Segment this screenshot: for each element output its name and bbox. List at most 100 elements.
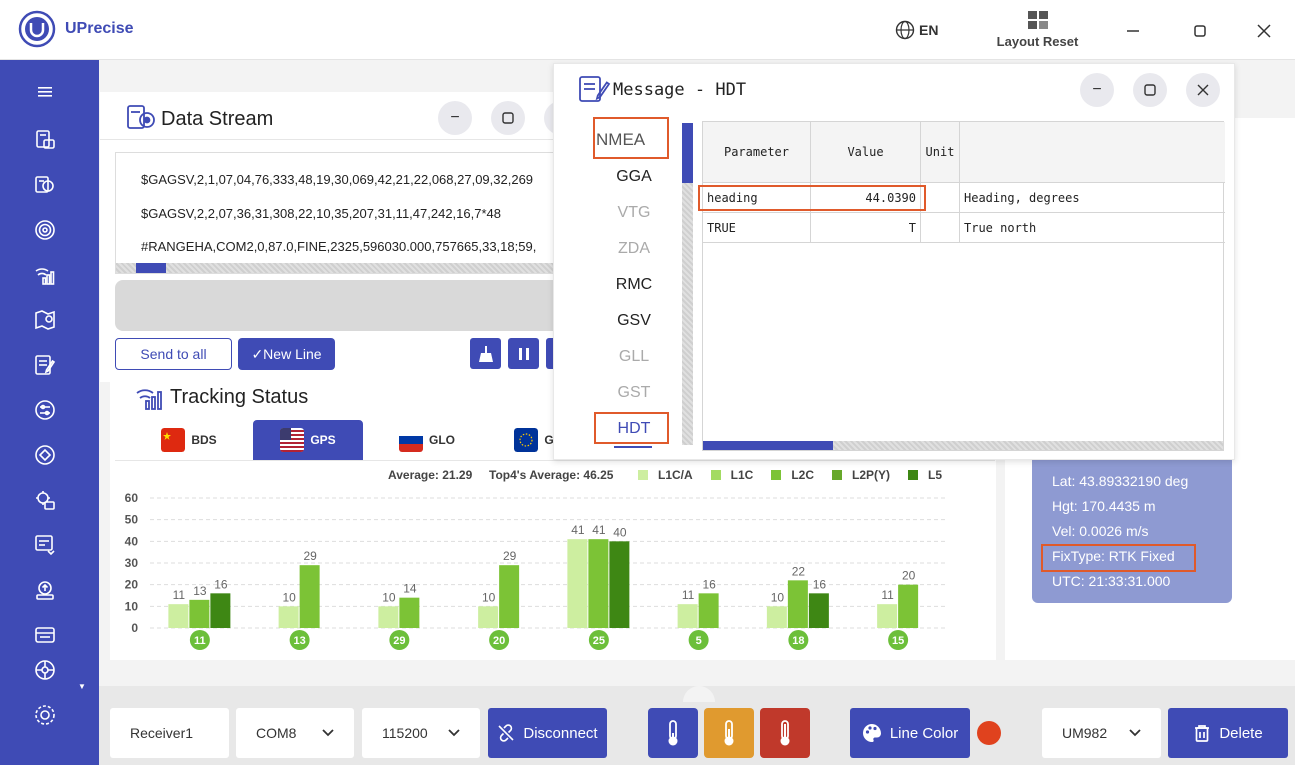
nmea-scroll-thumb[interactable] — [682, 123, 693, 183]
panel-maximize-button[interactable] — [491, 101, 525, 135]
nmea-item-rmc[interactable]: RMC — [598, 276, 670, 294]
horizontal-scroll-thumb[interactable] — [136, 263, 166, 273]
minimize-button[interactable] — [1119, 18, 1147, 44]
table-scroll-thumb[interactable] — [703, 441, 833, 450]
horizontal-scrollbar[interactable] — [116, 263, 576, 273]
disconnect-button[interactable]: Disconnect — [488, 708, 607, 758]
settings-list-icon[interactable] — [28, 395, 62, 425]
bar-value-label: 16 — [702, 577, 716, 591]
baud-select[interactable]: 115200 — [362, 708, 480, 758]
temperature-low-button[interactable] — [648, 708, 698, 758]
nmea-item-zda[interactable]: ZDA — [598, 240, 670, 258]
maximize-button[interactable] — [1186, 18, 1214, 44]
palette-icon — [862, 724, 881, 742]
legend-item: L2P(Y) — [832, 468, 890, 482]
message-window-title: Message - HDT — [613, 80, 747, 100]
device-icon[interactable] — [28, 620, 62, 650]
bar-value-label: 11 — [682, 588, 695, 602]
close-button[interactable] — [1250, 18, 1278, 44]
legend-swatch — [710, 470, 721, 480]
sidebar: ▼ — [0, 60, 99, 765]
tab-gps[interactable]: GPS — [253, 420, 363, 460]
table-cell: True north — [960, 213, 1225, 243]
nmea-item-gll[interactable]: GLL — [598, 348, 670, 366]
position-card: Lat: 43.89332190 deg Hgt: 170.4435 m Vel… — [1032, 455, 1232, 603]
delete-button[interactable]: Delete — [1168, 708, 1288, 758]
bar-value-label: 10 — [382, 590, 396, 604]
russia-flag-icon — [399, 428, 423, 452]
title-bar — [0, 0, 1295, 60]
maximize-icon — [1144, 84, 1156, 96]
data-stream-title: Data Stream — [161, 108, 274, 130]
bar — [478, 606, 499, 628]
expand-caret-icon[interactable]: ▼ — [78, 682, 86, 691]
config-icon[interactable] — [28, 485, 62, 515]
bar-value-label: 10 — [771, 590, 785, 604]
disconnect-label: Disconnect — [523, 724, 598, 742]
signal-tracking-icon[interactable] — [28, 260, 62, 290]
map-icon[interactable] — [28, 305, 62, 335]
tab-label: GPS — [310, 433, 336, 447]
tab-galileo[interactable]: G — [510, 420, 558, 460]
tab-bds[interactable]: BDS — [150, 420, 228, 460]
language-selector[interactable]: EN — [895, 20, 938, 40]
message-close-button[interactable] — [1186, 73, 1220, 107]
temperature-mid-button[interactable] — [704, 708, 754, 758]
y-tick-label: 60 — [125, 491, 139, 505]
line-color-button[interactable]: Line Color — [850, 708, 970, 758]
nmea-highlight — [593, 117, 669, 159]
line-color-swatch[interactable] — [977, 721, 1001, 745]
message-icon[interactable] — [28, 350, 62, 380]
y-tick-label: 20 — [125, 578, 139, 592]
tab-label: BDS — [191, 433, 217, 447]
command-input[interactable] — [115, 280, 577, 331]
log-icon[interactable] — [28, 530, 62, 560]
model-select[interactable]: UM982 — [1042, 708, 1161, 758]
upgrade-icon[interactable] — [28, 575, 62, 605]
bar-value-label: 10 — [482, 590, 496, 604]
nmea-item-gst[interactable]: GST — [598, 384, 670, 402]
send-to-all-button[interactable]: Send to all — [115, 338, 232, 370]
fix-type-highlight — [1041, 544, 1196, 572]
clear-button[interactable] — [470, 338, 501, 369]
bar-value-label: 13 — [193, 584, 207, 598]
message-icon — [578, 74, 612, 106]
receiver-icon[interactable] — [28, 125, 62, 155]
layout-reset-button[interactable]: Layout Reset — [990, 10, 1085, 49]
satellite-id-label: 25 — [593, 635, 605, 647]
bar — [588, 539, 609, 628]
bar-value-label: 20 — [902, 569, 916, 583]
chart-legend: L1C/A L1C L2C L2P(Y) L5 — [638, 468, 942, 482]
column-header: Parameter — [703, 122, 811, 183]
bar — [378, 606, 399, 628]
app-name: UPrecise — [65, 20, 134, 37]
panel-minimize-button[interactable]: − — [438, 101, 472, 135]
unlink-icon — [498, 724, 514, 742]
gear-icon[interactable] — [28, 700, 62, 730]
message-maximize-button[interactable] — [1133, 73, 1167, 107]
satellite-id-label: 13 — [294, 635, 306, 647]
data-stream-log[interactable]: $GAGSV,2,1,07,04,76,333,48,19,30,069,42,… — [115, 152, 577, 274]
network-icon[interactable] — [28, 655, 62, 685]
trash-icon — [1195, 725, 1210, 742]
receiver-name-field[interactable]: Receiver1 — [110, 708, 229, 758]
temperature-high-button[interactable] — [760, 708, 810, 758]
satellite-icon[interactable] — [28, 440, 62, 470]
nmea-item-gsv[interactable]: GSV — [598, 312, 670, 330]
table-cell: Heading, degrees — [960, 183, 1225, 213]
radar-icon[interactable] — [28, 215, 62, 245]
signal-tracking-icon — [135, 383, 165, 411]
menu-icon[interactable] — [28, 77, 62, 107]
tab-glo[interactable]: GLO — [388, 420, 466, 460]
data-stream-icon[interactable] — [28, 170, 62, 200]
nmea-item-vtg[interactable]: VTG — [598, 204, 670, 222]
minimize-icon: − — [1092, 81, 1102, 98]
legend-label: L5 — [928, 468, 943, 482]
bar — [808, 593, 829, 628]
pause-button[interactable] — [508, 338, 539, 369]
top4-average-value: Top4's Average: 46.25 — [489, 468, 614, 482]
port-select[interactable]: COM8 — [236, 708, 354, 758]
new-line-button[interactable]: ✓New Line — [238, 338, 335, 370]
message-minimize-button[interactable]: − — [1080, 73, 1114, 107]
nmea-item-gga[interactable]: GGA — [598, 168, 670, 186]
